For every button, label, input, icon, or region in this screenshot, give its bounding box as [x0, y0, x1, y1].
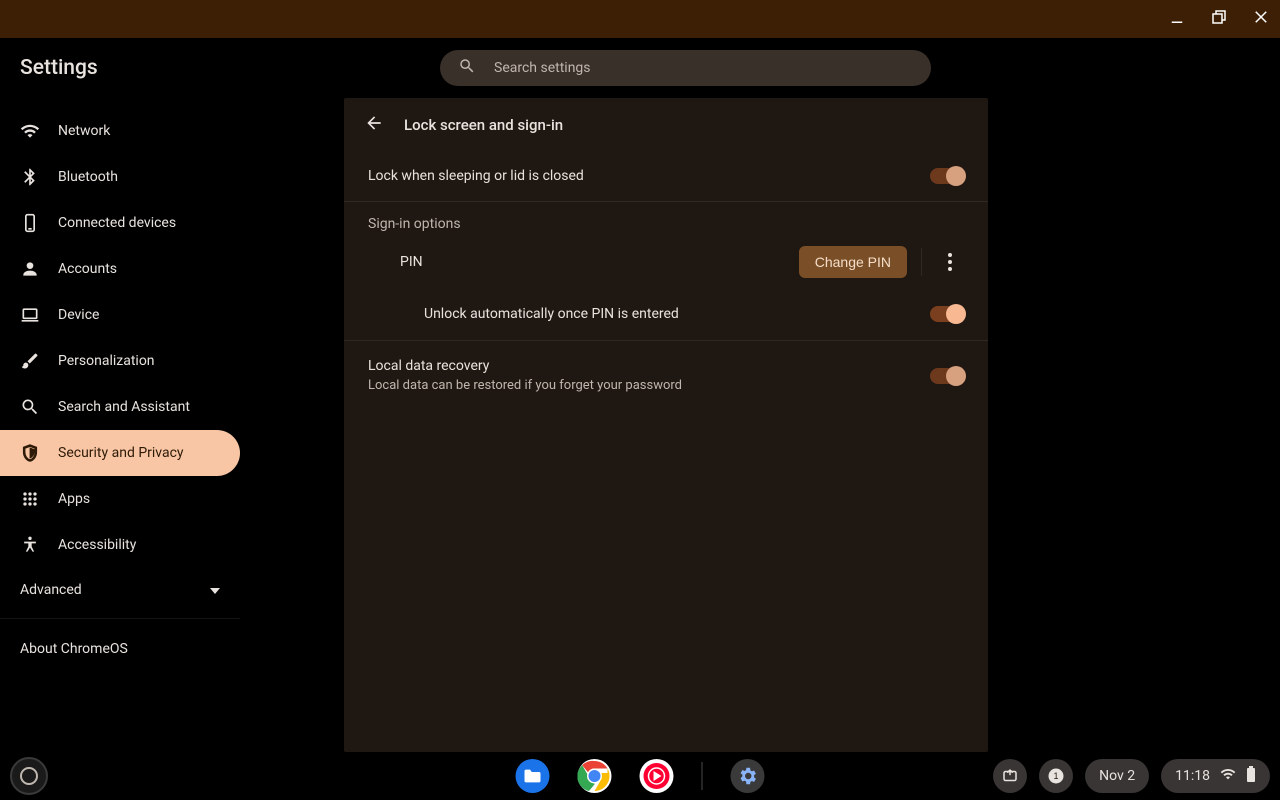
- sidebar-item-label: Network: [58, 123, 110, 139]
- app-title: Settings: [20, 56, 440, 80]
- app-header: Settings Search settings: [0, 38, 1280, 98]
- chevron-down-icon: [210, 582, 220, 598]
- sidebar-about[interactable]: About ChromeOS: [0, 625, 240, 673]
- laptop-icon: [20, 305, 40, 325]
- toggle-lock-sleep[interactable]: [930, 168, 964, 184]
- sidebar-item-label: Apps: [58, 491, 90, 507]
- row-auto-unlock: Unlock automatically once PIN is entered: [344, 292, 988, 341]
- sidebar-item-label: Connected devices: [58, 215, 176, 231]
- accessibility-icon: [20, 535, 40, 555]
- toggle-auto-unlock[interactable]: [930, 306, 964, 322]
- svg-text:1: 1: [1054, 771, 1059, 781]
- sidebar-item-apps[interactable]: Apps: [0, 476, 240, 522]
- change-pin-button[interactable]: Change PIN: [799, 246, 907, 278]
- row-pin: PIN Change PIN: [344, 232, 988, 292]
- files-app-icon[interactable]: [516, 759, 550, 793]
- shelf-apps: [516, 759, 765, 793]
- wifi-icon: [20, 121, 40, 141]
- notifications-button[interactable]: 1: [1039, 759, 1073, 793]
- date-chip[interactable]: Nov 2: [1085, 759, 1149, 793]
- shield-icon: [20, 443, 40, 463]
- row-local-recovery: Local data recovery Local data can be re…: [344, 341, 988, 410]
- wifi-icon: [1220, 767, 1236, 785]
- phone-icon: [20, 213, 40, 233]
- bluetooth-icon: [20, 167, 40, 187]
- status-tray[interactable]: 11:18: [1161, 759, 1270, 793]
- minimize-icon[interactable]: [1168, 8, 1186, 30]
- brush-icon: [20, 351, 40, 371]
- sidebar-item-search-assistant[interactable]: Search and Assistant: [0, 384, 240, 430]
- person-icon: [20, 259, 40, 279]
- sidebar-item-personalization[interactable]: Personalization: [0, 338, 240, 384]
- window-bar: [0, 0, 1280, 38]
- search-input[interactable]: Search settings: [440, 50, 931, 86]
- sidebar-item-label: Personalization: [58, 353, 155, 369]
- youtube-music-app-icon[interactable]: [640, 759, 674, 793]
- sidebar-item-accessibility[interactable]: Accessibility: [0, 522, 240, 568]
- sidebar-item-security-privacy[interactable]: Security and Privacy: [0, 430, 240, 476]
- search-icon: [458, 57, 494, 79]
- toggle-local-recovery[interactable]: [930, 368, 964, 384]
- settings-panel: Lock screen and sign-in Lock when sleepi…: [344, 98, 988, 752]
- sidebar-item-bluetooth[interactable]: Bluetooth: [0, 154, 240, 200]
- pin-more-menu[interactable]: [936, 253, 964, 271]
- row-sublabel: Local data can be restored if you forget…: [368, 378, 682, 393]
- battery-icon: [1246, 766, 1256, 786]
- chrome-app-icon[interactable]: [578, 759, 612, 793]
- sidebar-item-label: Device: [58, 307, 99, 323]
- search-icon: [20, 397, 40, 417]
- section-signin-options: Sign-in options: [344, 202, 988, 232]
- sidebar-item-label: Accessibility: [58, 537, 136, 553]
- restore-icon[interactable]: [1210, 8, 1228, 30]
- sidebar-about-label: About ChromeOS: [20, 641, 128, 657]
- settings-app-icon[interactable]: [731, 759, 765, 793]
- sidebar-item-label: Security and Privacy: [58, 445, 184, 461]
- divider: [921, 248, 922, 276]
- shelf: 1 Nov 2 11:18: [0, 752, 1280, 800]
- sidebar-item-label: Search and Assistant: [58, 399, 190, 415]
- row-label: Unlock automatically once PIN is entered: [424, 306, 679, 322]
- launcher-button[interactable]: [10, 757, 48, 795]
- shelf-divider: [702, 762, 703, 790]
- sidebar-item-connected-devices[interactable]: Connected devices: [0, 200, 240, 246]
- close-icon[interactable]: [1252, 8, 1270, 30]
- screen-capture-button[interactable]: [993, 759, 1027, 793]
- sidebar-item-label: Accounts: [58, 261, 117, 277]
- row-lock-sleep: Lock when sleeping or lid is closed: [344, 151, 988, 202]
- sidebar-item-device[interactable]: Device: [0, 292, 240, 338]
- row-label: Local data recovery: [368, 358, 682, 374]
- sidebar-item-network[interactable]: Network: [0, 108, 240, 154]
- divider: [0, 618, 240, 619]
- row-label: Lock when sleeping or lid is closed: [368, 168, 584, 184]
- row-label: PIN: [400, 254, 423, 270]
- panel-title: Lock screen and sign-in: [404, 116, 563, 134]
- time-text: 11:18: [1175, 768, 1210, 784]
- sidebar-item-label: Bluetooth: [58, 169, 118, 185]
- back-icon[interactable]: [364, 113, 384, 137]
- sidebar: Network Bluetooth Connected devices Acco…: [0, 98, 240, 752]
- panel-header: Lock screen and sign-in: [344, 98, 988, 151]
- apps-icon: [20, 489, 40, 509]
- sidebar-advanced-label: Advanced: [20, 582, 82, 598]
- date-text: Nov 2: [1099, 768, 1135, 784]
- search-placeholder: Search settings: [494, 60, 591, 76]
- sidebar-item-accounts[interactable]: Accounts: [0, 246, 240, 292]
- sidebar-advanced[interactable]: Advanced: [0, 568, 240, 612]
